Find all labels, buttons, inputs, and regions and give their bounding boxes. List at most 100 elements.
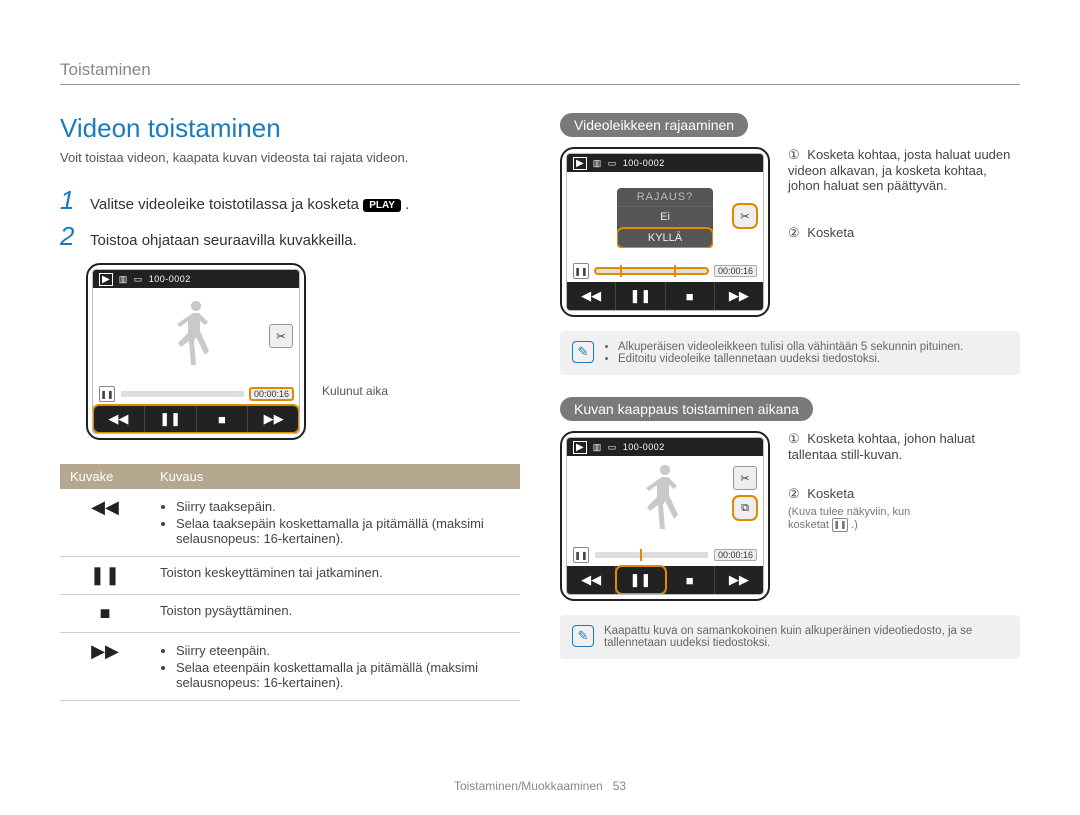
file-number: 100-0002 [623, 158, 665, 168]
stop-button[interactable]: ■ [197, 405, 249, 433]
trim-box-line: Editoitu videoleike tallennetaan uudeksi… [618, 353, 963, 365]
trim-dialog-no[interactable]: Ei [617, 207, 713, 228]
forward-button[interactable]: ▶▶ [715, 282, 763, 310]
trim-dialog-yes[interactable]: KYLLÄ [617, 228, 713, 248]
page-footer: Toistaminen/Muokkaaminen 53 [0, 779, 1080, 793]
step-text: Valitse videoleike toistotilassa ja kosk… [90, 196, 409, 213]
trim-info-box: ✎ Alkuperäisen videoleikkeen tulisi olla… [560, 331, 1020, 375]
pause-mini-icon: ❚❚ [573, 547, 589, 563]
transport-controls: ◀◀ ❚❚ ■ ▶▶ [567, 566, 763, 594]
trim-box-line: Alkuperäisen videoleikkeen tulisi olla v… [618, 341, 963, 353]
step-1-text-b: . [405, 196, 409, 213]
elapsed-caption: Kulunut aika [322, 384, 388, 440]
file-number: 100-0002 [149, 274, 191, 284]
pause-button[interactable]: ❚❚ [145, 405, 197, 433]
playback-mode-icon: ▶ [573, 441, 587, 454]
pause-chip-icon: ❚❚ [832, 518, 848, 532]
trim-side-button[interactable]: ✂ [269, 324, 293, 348]
trim-dialog-title: RAJAUS? [617, 188, 713, 207]
forward-button[interactable]: ▶▶ [248, 405, 299, 433]
row-desc: Selaa taaksepäin koskettamalla ja pitämä… [176, 516, 510, 546]
trim-side-button[interactable]: ✂ [733, 466, 757, 490]
info-icon: ✎ [572, 341, 594, 363]
capture-side-button[interactable]: ⧉ [733, 496, 757, 520]
main-player-screen: ▶ ▥ ▭ 100-0002 ✂ ❚❚ 00:00:16 [86, 263, 306, 440]
row-desc: Siirry eteenpäin. [176, 643, 510, 658]
capture-sub-a: (Kuva tulee näkyviin, kun [788, 506, 910, 518]
card-icon: ▭ [608, 442, 617, 453]
dancer-silhouette [169, 297, 224, 375]
capture-player-screen: ▶ ▥ ▭ 100-0002 ✂ ⧉ ❚❚ [560, 431, 770, 601]
table-header-icon: Kuvake [60, 464, 150, 489]
progress-bar[interactable] [595, 268, 708, 274]
transport-controls: ◀◀ ❚❚ ■ ▶▶ [93, 405, 299, 433]
pause-mini-icon: ❚❚ [573, 263, 589, 279]
player-topbar: ▶ ▥ ▭ 100-0002 [567, 438, 763, 456]
card-icon: ▭ [134, 274, 143, 285]
table-row: ▶▶ Siirry eteenpäin. Selaa eteenpäin kos… [60, 633, 520, 701]
trim-note-2: Kosketa [807, 225, 854, 240]
capture-sub-b: kosketat [788, 519, 832, 531]
step-marker-1: ① [788, 147, 800, 163]
trim-dialog: RAJAUS? Ei KYLLÄ [617, 188, 713, 248]
file-number: 100-0002 [623, 442, 665, 452]
progress-row: ❚❚ 00:00:16 [93, 383, 299, 405]
forward-button[interactable]: ▶▶ [715, 566, 763, 594]
transport-controls: ◀◀ ❚❚ ■ ▶▶ [567, 282, 763, 310]
play-chip: PLAY [363, 199, 401, 212]
rewind-button[interactable]: ◀◀ [567, 282, 616, 310]
card-icon: ▭ [608, 158, 617, 169]
elapsed-time: 00:00:16 [250, 388, 293, 400]
progress-row: ❚❚ 00:00:16 [567, 260, 763, 282]
playback-mode-icon: ▶ [99, 273, 113, 286]
capture-box-text: Kaapattu kuva on samankokoinen kuin alku… [604, 625, 1008, 649]
rewind-icon: ◀◀ [60, 489, 150, 557]
footer-page: 53 [613, 779, 626, 793]
playback-mode-icon: ▶ [573, 157, 587, 170]
breadcrumb: Toistaminen [60, 60, 1020, 85]
pause-button[interactable]: ❚❚ [616, 282, 665, 310]
forward-icon: ▶▶ [60, 633, 150, 701]
video-viewport: ✂ [93, 288, 299, 383]
video-viewport: ✂ ⧉ [567, 456, 763, 544]
pause-icon: ❚❚ [60, 557, 150, 595]
table-row: ❚❚ Toiston keskeyttäminen tai jatkaminen… [60, 557, 520, 595]
footer-section: Toistaminen/Muokkaaminen [454, 779, 603, 793]
step-number: 2 [60, 223, 80, 249]
capture-sub-c: .) [851, 519, 858, 531]
row-desc: Selaa eteenpäin koskettamalla ja pitämäl… [176, 660, 510, 690]
pause-button[interactable]: ❚❚ [616, 566, 665, 594]
trim-note-1: Kosketa kohtaa, josta haluat uuden video… [788, 147, 1010, 193]
info-icon: ✎ [572, 625, 594, 647]
trim-player-screen: ▶ ▥ ▭ 100-0002 RAJAUS? Ei KYLLÄ ✂ [560, 147, 770, 317]
player-topbar: ▶ ▥ ▭ 100-0002 [567, 154, 763, 172]
step-marker-2: ② [788, 225, 800, 241]
step-marker-2: ② [788, 486, 800, 502]
trim-heading-pill: Videoleikkeen rajaaminen [560, 113, 748, 137]
rewind-button[interactable]: ◀◀ [567, 566, 616, 594]
capture-note-1: Kosketa kohtaa, johon haluat tallentaa s… [788, 431, 975, 462]
trim-side-button[interactable]: ✂ [733, 204, 757, 228]
row-desc: Toiston keskeyttäminen tai jatkaminen. [150, 557, 520, 595]
page-title: Videon toistaminen [60, 113, 520, 144]
stop-icon: ■ [60, 595, 150, 633]
rewind-button[interactable]: ◀◀ [93, 405, 145, 433]
player-topbar: ▶ ▥ ▭ 100-0002 [93, 270, 299, 288]
progress-bar[interactable] [121, 391, 244, 397]
pause-mini-icon: ❚❚ [99, 386, 115, 402]
video-viewport: RAJAUS? Ei KYLLÄ ✂ [567, 172, 763, 260]
table-row: ◀◀ Siirry taaksepäin. Selaa taaksepäin k… [60, 489, 520, 557]
step-text: Toistoa ohjataan seuraavilla kuvakkeilla… [90, 232, 357, 249]
table-row: ■ Toiston pysäyttäminen. [60, 595, 520, 633]
right-column: Videoleikkeen rajaaminen ▶ ▥ ▭ 100-0002 … [560, 113, 1020, 701]
row-desc: Siirry taaksepäin. [176, 499, 510, 514]
dancer-silhouette [638, 461, 693, 539]
stop-button[interactable]: ■ [666, 282, 715, 310]
battery-icon: ▥ [119, 274, 128, 285]
row-desc: Toiston pysäyttäminen. [150, 595, 520, 633]
progress-bar[interactable] [595, 552, 708, 558]
stop-button[interactable]: ■ [666, 566, 715, 594]
step-2: 2 Toistoa ohjataan seuraavilla kuvakkeil… [60, 223, 520, 249]
step-marker-1: ① [788, 431, 800, 447]
intro-text: Voit toistaa videon, kaapata kuvan video… [60, 150, 520, 165]
